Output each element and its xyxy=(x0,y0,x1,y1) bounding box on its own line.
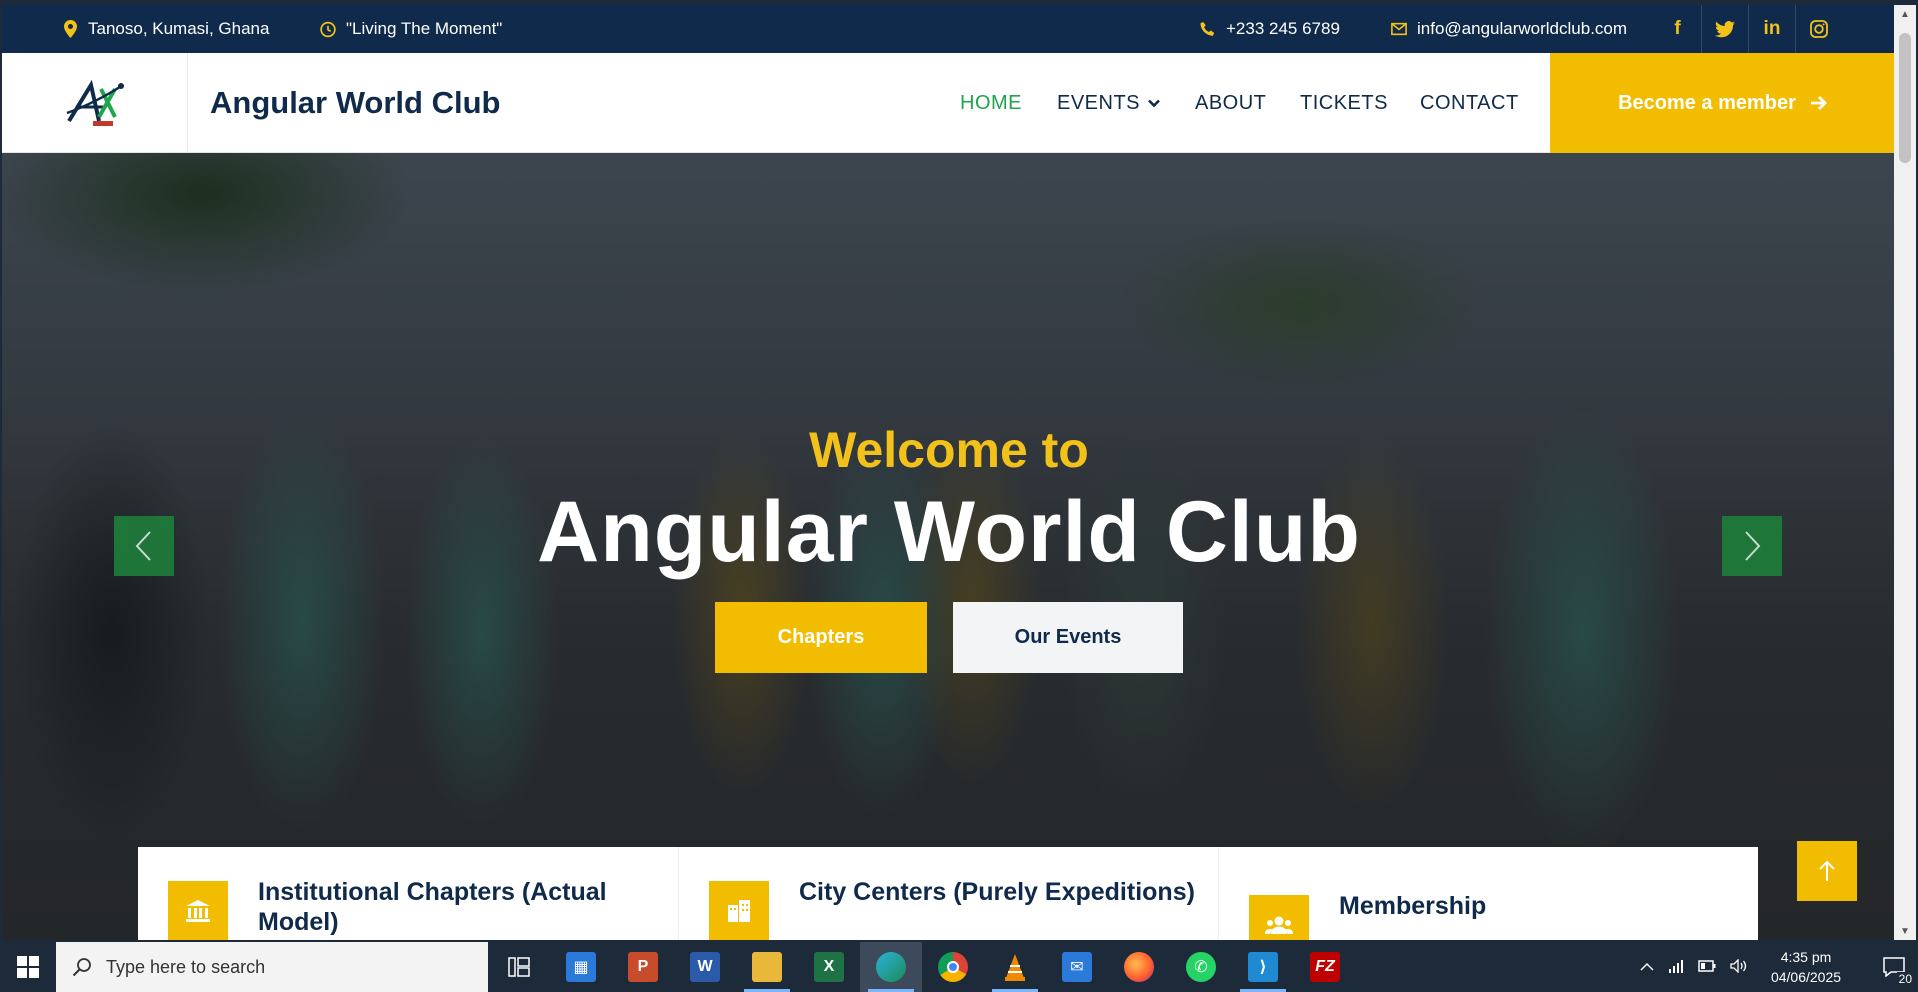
excel-icon[interactable]: X xyxy=(798,942,860,992)
motto-text: "Living The Moment" xyxy=(346,19,503,38)
chevron-down-icon xyxy=(1148,99,1160,108)
logo-mark xyxy=(66,79,124,126)
windows-logo-icon xyxy=(17,956,39,978)
motto-info: "Living The Moment" xyxy=(320,5,502,53)
hero-subtitle: Welcome to xyxy=(809,422,1089,478)
card-title: City Centers (Purely Expeditions) xyxy=(799,878,1195,906)
envelope-icon xyxy=(1391,20,1407,38)
top-info-bar: Tanoso, Kumasi, Ghana "Living The Moment… xyxy=(2,5,1896,53)
card-institutional-chapters[interactable]: Institutional Chapters (Actual Model) xyxy=(138,847,678,940)
arrow-right-icon xyxy=(1810,95,1828,111)
club-logo[interactable] xyxy=(2,53,188,153)
clock-icon xyxy=(320,20,336,38)
nav-contact[interactable]: CONTACT xyxy=(1420,53,1519,153)
chevron-left-icon xyxy=(135,531,151,561)
taskbar-search-input[interactable]: Type here to search xyxy=(56,942,488,992)
main-navbar: Angular World Club HOME EVENTS ABOUT TIC… xyxy=(2,53,1896,153)
clock-time: 4:35 pm xyxy=(1780,949,1832,965)
map-pin-icon xyxy=(62,20,78,38)
location-text: Tanoso, Kumasi, Ghana xyxy=(88,19,270,38)
powerpoint-icon[interactable]: P xyxy=(612,942,674,992)
facebook-icon[interactable]: f xyxy=(1654,5,1701,53)
vscode-icon[interactable]: ⟩ xyxy=(1232,942,1294,992)
scroll-up-arrow-icon[interactable]: ▲ xyxy=(1894,5,1916,23)
file-explorer-icon[interactable] xyxy=(736,942,798,992)
taskbar-clock[interactable]: 4:35 pm 04/06/2025 xyxy=(1756,947,1856,987)
phone-icon xyxy=(1200,20,1216,38)
brand-name[interactable]: Angular World Club xyxy=(210,53,500,153)
card-city-centers[interactable]: City Centers (Purely Expeditions) xyxy=(678,847,1218,940)
vlc-icon[interactable] xyxy=(984,942,1046,992)
hero-title: Angular World Club xyxy=(537,484,1361,580)
nav-about[interactable]: ABOUT xyxy=(1195,53,1266,153)
browser-viewport: Tanoso, Kumasi, Ghana "Living The Moment… xyxy=(2,5,1896,940)
nav-events-label: EVENTS xyxy=(1057,91,1141,114)
edge-browser-icon[interactable] xyxy=(860,942,922,992)
arrow-up-icon xyxy=(1819,860,1835,881)
nav-tickets[interactable]: TICKETS xyxy=(1300,53,1388,153)
page-scrollbar[interactable]: ▲ ▼ xyxy=(1894,5,1916,940)
carousel-prev-button[interactable] xyxy=(114,516,174,576)
network-icon[interactable] xyxy=(1668,959,1684,976)
nav-events[interactable]: EVENTS xyxy=(1057,53,1160,153)
instagram-icon[interactable] xyxy=(1795,5,1842,53)
our-events-button[interactable]: Our Events xyxy=(953,602,1183,673)
chrome-icon[interactable] xyxy=(922,942,984,992)
back-to-top-button[interactable] xyxy=(1797,841,1857,901)
become-member-label: Become a member xyxy=(1618,91,1796,114)
whatsapp-icon[interactable]: ✆ xyxy=(1170,942,1232,992)
city-icon xyxy=(709,881,769,940)
volume-icon[interactable] xyxy=(1730,957,1748,976)
card-title: Membership xyxy=(1339,892,1487,920)
search-placeholder: Type here to search xyxy=(106,956,266,977)
chapters-button[interactable]: Chapters xyxy=(715,602,927,673)
firefox-icon[interactable] xyxy=(1108,942,1170,992)
nav-home[interactable]: HOME xyxy=(960,53,1022,153)
notification-count: 20 xyxy=(1896,972,1914,986)
task-view-icon[interactable] xyxy=(488,942,550,992)
microsoft-store-icon[interactable]: ▦ xyxy=(550,942,612,992)
scrollbar-thumb[interactable] xyxy=(1899,33,1911,163)
system-tray xyxy=(1640,942,1748,992)
location-info: Tanoso, Kumasi, Ghana xyxy=(62,5,269,53)
chevron-up-icon[interactable] xyxy=(1640,959,1654,975)
clock-date: 04/06/2025 xyxy=(1770,969,1842,985)
institution-icon xyxy=(168,881,228,940)
phone-info[interactable]: +233 245 6789 xyxy=(1200,5,1340,53)
card-membership[interactable]: Membership xyxy=(1218,847,1758,940)
users-icon xyxy=(1249,895,1309,940)
windows-taskbar: Type here to search ▦ P W X ✉ ✆ ⟩ FZ 4:3… xyxy=(0,942,1918,992)
filezilla-icon[interactable]: FZ xyxy=(1294,942,1356,992)
windows-start-button[interactable] xyxy=(0,942,56,992)
word-icon[interactable]: W xyxy=(674,942,736,992)
email-info[interactable]: info@angularworldclub.com xyxy=(1391,5,1627,53)
chevron-right-icon xyxy=(1745,531,1761,561)
search-icon xyxy=(72,957,92,982)
mail-icon[interactable]: ✉ xyxy=(1046,942,1108,992)
email-text: info@angularworldclub.com xyxy=(1417,19,1628,38)
notification-center-button[interactable]: 20 xyxy=(1870,942,1918,992)
carousel-next-button[interactable] xyxy=(1722,516,1782,576)
battery-icon[interactable] xyxy=(1698,959,1716,975)
phone-text: +233 245 6789 xyxy=(1226,19,1340,38)
hero-carousel: Welcome to Angular World Club Chapters O… xyxy=(2,153,1896,940)
become-member-button[interactable]: Become a member xyxy=(1550,53,1896,153)
twitter-icon[interactable] xyxy=(1701,5,1748,53)
linkedin-icon[interactable]: in xyxy=(1748,5,1795,53)
card-title: Institutional Chapters (Actual Model) xyxy=(258,878,607,936)
scroll-down-arrow-icon[interactable]: ▼ xyxy=(1894,922,1916,940)
